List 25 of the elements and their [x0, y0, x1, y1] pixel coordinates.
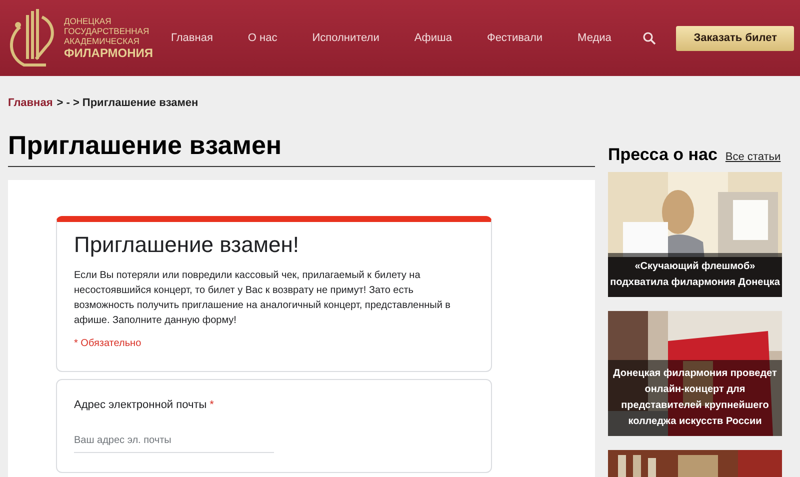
all-articles-link[interactable]: Все статьи	[725, 149, 781, 166]
logo-text: АКАДЕМИЧЕСКАЯ	[64, 36, 140, 46]
email-input-field[interactable]: Ваш адрес эл. почты	[74, 433, 274, 453]
nav-link[interactable]: Фестивали	[486, 30, 543, 46]
question-label: Адрес электронной почты	[74, 398, 207, 412]
order-ticket-button[interactable]: Заказать билет	[676, 26, 794, 50]
search-icon[interactable]	[643, 32, 656, 44]
nav-link[interactable]: Медиа	[578, 30, 612, 46]
required-mark: *	[210, 398, 214, 412]
breadcrumb-text: > - > Приглашение взамен	[56, 96, 198, 111]
logo-name: ФИЛАРМОНИЯ	[64, 46, 154, 60]
breadcrumb-link[interactable]: Главная	[8, 95, 53, 112]
logo-text: ГОСУДАРСТВЕННАЯ	[64, 26, 150, 36]
required-note: * Обязательно	[74, 336, 142, 350]
logo-text: ДОНЕЦКАЯ	[64, 16, 112, 26]
page-title: Приглашение взамен	[8, 128, 595, 166]
nav-link[interactable]: О нас	[248, 30, 278, 46]
nav-link[interactable]: Главная	[171, 30, 213, 46]
sidebar-heading: Пресса о нас	[608, 144, 718, 166]
nav-link[interactable]: Исполнители	[312, 30, 380, 46]
article-caption[interactable]: «Скучающий флешмоб» подхватила филармония Донецка	[608, 252, 782, 296]
form-description: Если Вы потеряли или повредили кассовый чек, прилагаемый к билету на несостоявшийся концерт, то билет у Вас к возврату не примут! Зато есть возможность получить приглашение на аналогичный концерт, представленный в афише. Заполните данную форму!	[74, 268, 452, 328]
form-title: Приглашение взамен!	[74, 230, 300, 259]
nav-link[interactable]: Афиша	[414, 30, 452, 46]
article-caption[interactable]: Донецкая филармония проведет онлайн-концерт для представителей крупнейшего колледжа искусств России	[608, 360, 782, 436]
